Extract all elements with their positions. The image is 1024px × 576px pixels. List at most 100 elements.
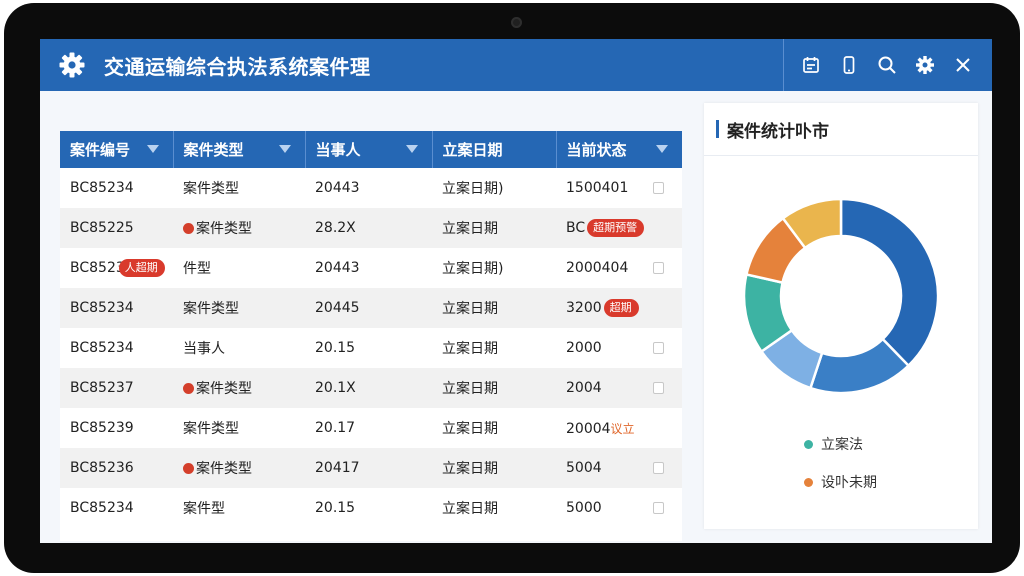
cell-case-type: 案件类型 bbox=[173, 288, 305, 328]
cell-status: 2000404 bbox=[556, 248, 682, 288]
row-action-icon[interactable] bbox=[653, 342, 664, 354]
cell-filing-date-text: 立案日期 bbox=[442, 381, 498, 397]
donut-slice[interactable] bbox=[839, 197, 940, 368]
table-body: BC85234 案件类型 20443 立案日期) 1500401 BC85225 案件类型 2… bbox=[60, 168, 682, 528]
cell-party-text: 20417 bbox=[315, 460, 360, 476]
overdue-badge: 人超期 bbox=[118, 259, 165, 277]
cell-case-id: BC8523人超期 bbox=[60, 248, 173, 288]
donut-chart bbox=[742, 197, 940, 395]
cell-party: 20.15 bbox=[305, 328, 432, 368]
cell-case-type: 案件类型 bbox=[173, 208, 305, 248]
table-row[interactable]: BC85234 案件类型 20443 立案日期) 1500401 bbox=[60, 168, 682, 208]
legend-dot bbox=[804, 439, 813, 449]
table-row[interactable]: BC85234 当事人 20.15 立案日期 2000 bbox=[60, 328, 682, 368]
cell-party-text: 20443 bbox=[315, 260, 360, 276]
row-action-icon[interactable] bbox=[653, 182, 664, 194]
title-accent-bar bbox=[716, 120, 719, 138]
table-row[interactable]: BC8523人超期 件型 20443 立案日期) 2000404 bbox=[60, 248, 682, 288]
gear-icon[interactable] bbox=[906, 39, 944, 91]
warning-icon bbox=[183, 223, 194, 234]
warning-icon bbox=[183, 383, 194, 394]
cell-filing-date-text: 立案日期 bbox=[442, 461, 498, 477]
case-stats-panel: 案件统计卟市 立案法 设卟未期 bbox=[704, 103, 978, 529]
toolbar-divider bbox=[783, 39, 784, 91]
page-title: 交通运输综合执法系统案件理 bbox=[104, 54, 371, 79]
cell-party-text: 20443 bbox=[315, 180, 360, 196]
cell-filing-date-text: 立案日期 bbox=[442, 421, 498, 437]
cell-case-id-text: BC85234 bbox=[70, 180, 134, 196]
sort-arrow-icon[interactable] bbox=[656, 145, 668, 153]
table-row[interactable]: BC85239 案件类型 20.17 立案日期 20004议立 bbox=[60, 408, 682, 448]
sort-arrow-icon[interactable] bbox=[146, 145, 159, 153]
row-action-icon[interactable] bbox=[653, 462, 664, 474]
column-header-case-id[interactable]: 案件编号 bbox=[60, 131, 174, 168]
cell-party-text: 28.2X bbox=[315, 220, 356, 236]
cell-status-text: 2000 bbox=[566, 340, 602, 356]
cell-case-type: 案件类型 bbox=[173, 168, 305, 208]
cell-filing-date-text: 立案日期) bbox=[442, 181, 504, 197]
cell-case-id-text: BC8523 bbox=[70, 260, 125, 276]
row-action-icon[interactable] bbox=[653, 382, 664, 394]
app-header: 交通运输综合执法系统案件理 bbox=[40, 39, 992, 91]
cell-party-text: 20.15 bbox=[315, 500, 356, 516]
cell-case-type: 案件型 bbox=[173, 488, 305, 528]
overdue-badge: 超期 bbox=[603, 299, 639, 317]
cell-case-id: BC85236 bbox=[60, 448, 173, 488]
cell-case-id: BC85225 bbox=[60, 208, 173, 248]
cell-status: 1500401 bbox=[556, 168, 682, 208]
cell-status-text: 2004 bbox=[566, 380, 602, 396]
cell-party: 20.17 bbox=[305, 408, 432, 448]
cell-case-id: BC85239 bbox=[60, 408, 173, 448]
column-header-case-type[interactable]: 案件类型 bbox=[173, 131, 306, 168]
legend-label: 立案法 bbox=[821, 437, 863, 453]
cell-case-id-text: BC85234 bbox=[70, 500, 134, 516]
cell-party-text: 20445 bbox=[315, 300, 360, 316]
cell-filing-date: 立案日期 bbox=[432, 448, 556, 488]
cell-status-text: 3200 bbox=[566, 300, 602, 316]
status-note: 议立 bbox=[610, 421, 635, 436]
table-row[interactable]: BC85225 案件类型 28.2X 立案日期 BC 超期预警 bbox=[60, 208, 682, 248]
cell-filing-date: 立案日期) bbox=[432, 168, 556, 208]
cell-party: 20.15 bbox=[305, 488, 432, 528]
cell-case-id: BC85234 bbox=[60, 328, 173, 368]
cell-case-id: BC85237 bbox=[60, 368, 173, 408]
cell-case-type-text: 当事人 bbox=[183, 341, 225, 357]
cell-case-id-text: BC85239 bbox=[70, 420, 134, 436]
table-row[interactable]: BC85236 案件类型 20417 立案日期 5004 bbox=[60, 448, 682, 488]
cell-filing-date-text: 立案日期 bbox=[442, 341, 498, 357]
cell-filing-date-text: 立案日期 bbox=[442, 301, 498, 317]
close-icon[interactable] bbox=[944, 39, 982, 91]
search-icon[interactable] bbox=[868, 39, 906, 91]
cell-filing-date: 立案日期 bbox=[432, 328, 556, 368]
phone-icon[interactable] bbox=[830, 39, 868, 91]
row-action-icon[interactable] bbox=[653, 502, 664, 514]
cell-status: 3200 超期 bbox=[556, 288, 682, 328]
sort-arrow-icon[interactable] bbox=[278, 145, 291, 153]
table-header-row: 案件编号 案件类型 当事人 立案日期 当前状态 bbox=[60, 131, 682, 168]
cell-filing-date-text: 立案日期 bbox=[442, 221, 498, 237]
cell-filing-date: 立案日期 bbox=[432, 288, 556, 328]
table-row[interactable]: BC85234 案件类型 20445 立案日期 3200 超期 bbox=[60, 288, 682, 328]
column-header-party[interactable]: 当事人 bbox=[305, 131, 433, 168]
cell-case-id-text: BC85225 bbox=[70, 220, 134, 236]
chart-title: 案件统计卟市 bbox=[727, 121, 829, 142]
chart-header: 案件统计卟市 bbox=[704, 103, 978, 156]
table-row[interactable]: BC85237 案件类型 20.1X 立案日期 2004 bbox=[60, 368, 682, 408]
cell-case-id-text: BC85237 bbox=[70, 380, 134, 396]
cell-case-type-text: 件型 bbox=[183, 261, 211, 277]
table-row[interactable]: BC85234 案件型 20.15 立案日期 5000 bbox=[60, 488, 682, 528]
column-header-filing-date[interactable]: 立案日期 bbox=[432, 131, 557, 168]
cell-party: 20443 bbox=[305, 168, 432, 208]
cell-status: BC 超期预警 bbox=[556, 208, 682, 248]
device-bezel: 交通运输综合执法系统案件理 案件编号 案件类型 当事人 立案日期 当前状态 BC… bbox=[4, 3, 1020, 573]
cell-status: 2000 bbox=[556, 328, 682, 368]
cell-case-type-text: 案件类型 bbox=[183, 421, 239, 437]
header-toolbar bbox=[783, 39, 982, 91]
cell-case-id-text: BC85234 bbox=[70, 300, 134, 316]
calendar-icon[interactable] bbox=[792, 39, 830, 91]
cell-case-type-text: 案件类型 bbox=[196, 221, 252, 237]
sort-arrow-icon[interactable] bbox=[405, 145, 418, 153]
row-action-icon[interactable] bbox=[653, 262, 664, 274]
cell-status-text: 5000 bbox=[566, 500, 602, 516]
column-header-status[interactable]: 当前状态 bbox=[556, 131, 682, 168]
